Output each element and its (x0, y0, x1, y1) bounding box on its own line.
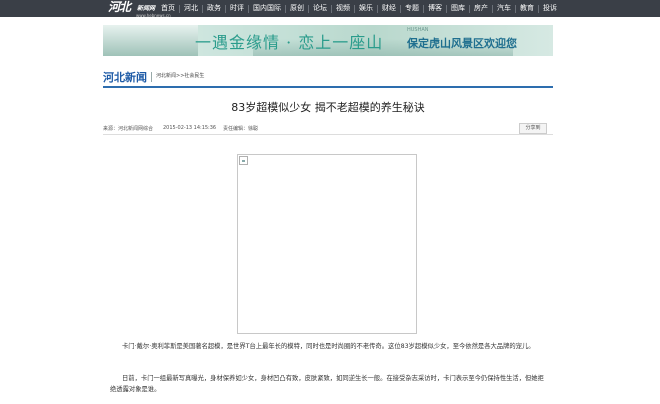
nav-item-video[interactable]: 视频 (332, 0, 354, 17)
ad-banner[interactable]: 一遇金缘情 · 恋上一座山 HUSHAN 保定虎山风景区欢迎您 (103, 25, 553, 56)
nav-item-special[interactable]: 专题 (401, 0, 423, 17)
breadcrumb-link-society[interactable]: 社会民生 (184, 73, 204, 79)
article-title: 83岁超模似少女 揭不老超模的养生秘诀 (231, 101, 425, 114)
nav-item-complaint[interactable]: 投诉 (539, 0, 561, 17)
nav-item-education[interactable]: 教育 (516, 0, 538, 17)
nav-item-hebei[interactable]: 河北 (180, 0, 202, 17)
section-divider (151, 72, 152, 82)
main-nav: 首页 河北 政务 时评 国内国际 原创 论坛 视频 娱乐 财经 专题 博客 图库… (157, 0, 561, 17)
nav-item-auto[interactable]: 汽车 (493, 0, 515, 17)
article-image-placeholder (237, 154, 417, 334)
nav-item-forum[interactable]: 论坛 (309, 0, 331, 17)
nav-item-world[interactable]: 国内国际 (249, 0, 285, 17)
article-editor: 责任编辑：徐聪 (223, 126, 259, 132)
article-source: 来源：河北新闻网综合 (103, 126, 154, 132)
nav-item-gallery[interactable]: 图库 (447, 0, 469, 17)
banner-english-label: HUSHAN (407, 27, 429, 33)
nav-item-commentary[interactable]: 时评 (226, 0, 248, 17)
section-header: 河北新闻 河北新闻>>社会民生 (103, 69, 553, 88)
article-paragraph: 卡门·戴尔·奥利菲斯是美国著名超模，是世界T台上最年长的模特，同时也是时尚圈的不… (122, 343, 535, 350)
nav-item-entertainment[interactable]: 娱乐 (355, 0, 377, 17)
nav-item-realestate[interactable]: 房产 (470, 0, 492, 17)
article-datetime: 2015-02-13 14:15:36 (163, 125, 217, 131)
banner-mountain-image (103, 25, 198, 56)
nav-item-finance[interactable]: 财经 (378, 0, 400, 17)
article-meta: 来源：河北新闻网综合 2015-02-13 14:15:36 责任编辑：徐聪 分… (103, 123, 553, 135)
nav-item-home[interactable]: 首页 (157, 0, 179, 17)
breadcrumb: 河北新闻>>社会民生 (156, 72, 204, 79)
nav-item-blog[interactable]: 博客 (424, 0, 446, 17)
breadcrumb-link-hebei-news[interactable]: 河北新闻 (156, 73, 176, 79)
broken-image-icon (239, 156, 248, 165)
nav-item-politics[interactable]: 政务 (203, 0, 225, 17)
logo-text: 河北 (108, 0, 131, 14)
banner-title: 保定虎山风景区欢迎您 (407, 37, 517, 50)
section-title[interactable]: 河北新闻 (103, 69, 147, 85)
article-paragraph: 日前，卡门一组最新写真曝光，身材保养如少女，身材凹凸有致，皮肤紧致，如同逆生长一… (110, 375, 544, 393)
share-button[interactable]: 分享到 (519, 123, 547, 134)
site-logo[interactable]: 河北 新闻网 www.hebnews.cn (108, 0, 171, 18)
top-nav-bar: 河北 新闻网 www.hebnews.cn 首页 河北 政务 时评 国内国际 原… (0, 0, 660, 18)
banner-slogan: 一遇金缘情 · 恋上一座山 (195, 33, 384, 52)
nav-item-original[interactable]: 原创 (286, 0, 308, 17)
